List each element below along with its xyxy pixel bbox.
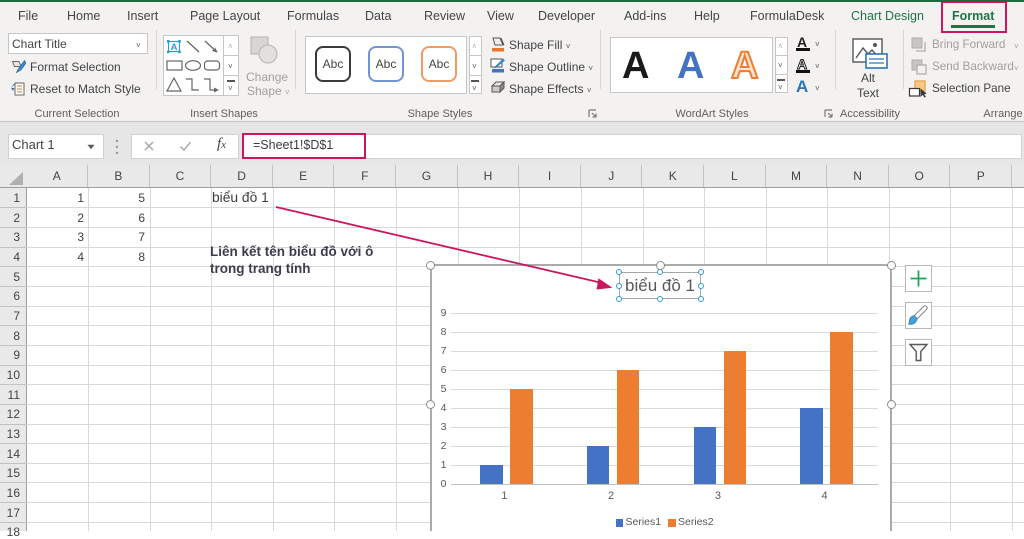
svg-text:A: A xyxy=(171,42,178,53)
